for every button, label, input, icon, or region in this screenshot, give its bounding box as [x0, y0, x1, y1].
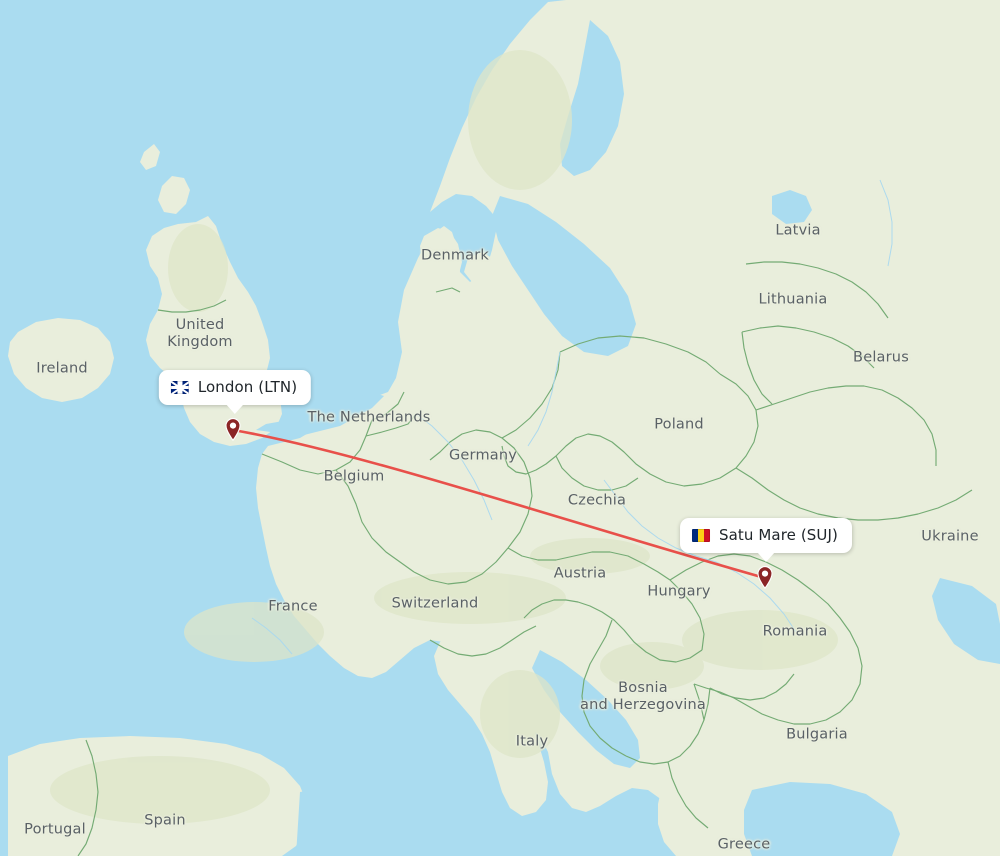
- airport-callout-suj[interactable]: Satu Mare (SUJ): [680, 518, 852, 562]
- airport-callout-ltn[interactable]: London (LTN): [158, 370, 312, 414]
- romania-flag-icon: [692, 529, 711, 542]
- airport-callout-label: London (LTN): [197, 378, 298, 396]
- airport-pin-ltn[interactable]: [224, 417, 242, 441]
- airport-pin-suj[interactable]: [756, 565, 774, 589]
- united-kingdom-flag-icon: [170, 381, 189, 394]
- airport-callout-label: Satu Mare (SUJ): [719, 526, 838, 544]
- map-basemap: [0, 0, 1000, 856]
- map-canvas[interactable]: Ireland United Kingdom Denmark Latvia Lithua…: [0, 0, 1000, 856]
